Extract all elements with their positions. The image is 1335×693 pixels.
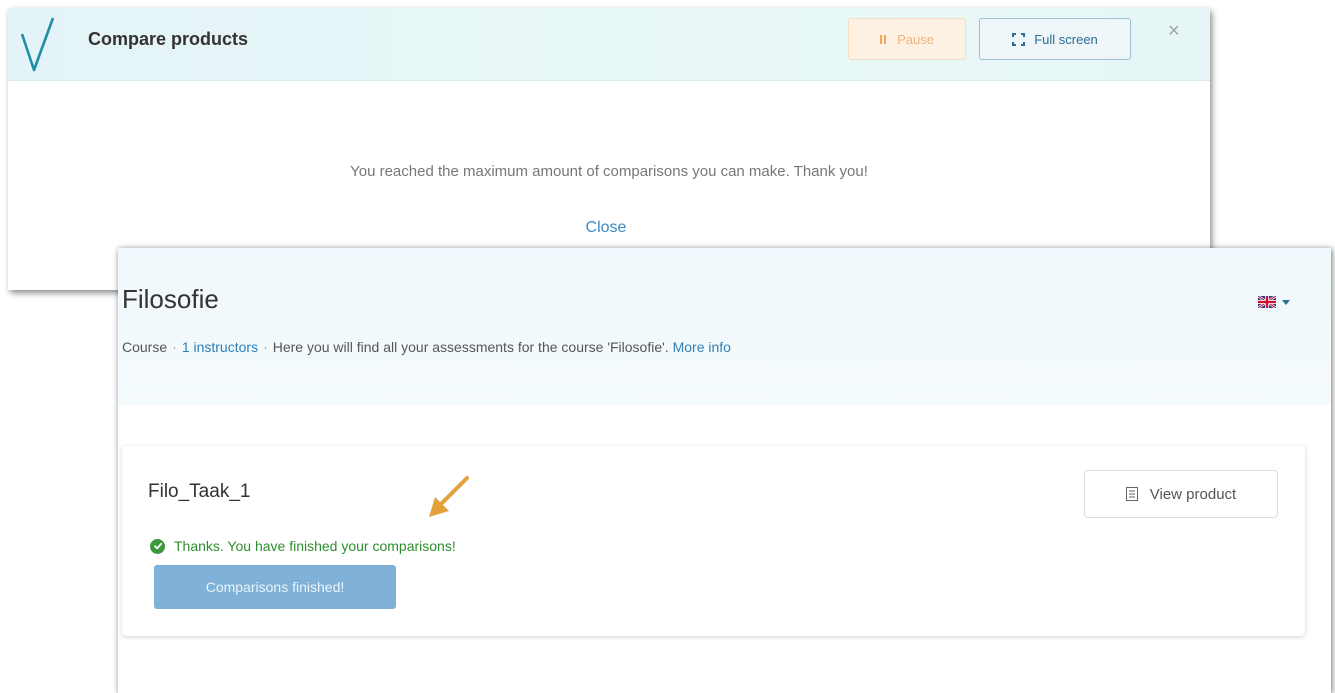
assessment-title: Filo_Taak_1 <box>148 481 251 502</box>
chevron-down-icon <box>1282 299 1290 305</box>
pause-icon <box>880 34 887 44</box>
check-circle-icon <box>150 538 165 554</box>
course-type: Course <box>122 339 168 355</box>
modal-title: Compare products <box>88 29 249 49</box>
close-icon[interactable]: × <box>1168 20 1180 43</box>
modal-message: You reached the maximum amount of compar… <box>350 163 868 180</box>
course-header: Filosofie Course · 1 instructors · Here you … <box>118 248 1331 405</box>
logo-check-icon <box>20 17 55 72</box>
pause-button[interactable]: Pause <box>848 18 966 60</box>
pause-button-label: Pause <box>897 31 934 47</box>
status-text: Thanks. You have finished your compariso… <box>174 538 456 554</box>
status-message: Thanks. You have finished your compariso… <box>150 538 456 554</box>
document-icon <box>1125 487 1138 501</box>
view-product-label: View product <box>1149 485 1237 503</box>
instructors-link[interactable]: 1 instructors <box>182 339 258 355</box>
course-page: Filosofie Course · 1 instructors · Here you … <box>118 248 1331 693</box>
fullscreen-icon <box>1012 32 1026 46</box>
meta-separator: · <box>172 339 177 355</box>
annotation-arrow-icon <box>429 476 469 517</box>
view-product-button[interactable]: View product <box>1084 470 1278 518</box>
close-link[interactable]: Close <box>8 219 1204 237</box>
course-meta: Course · 1 instructors · Here you will find … <box>122 339 731 355</box>
assessment-card: Filo_Taak_1 View product Thanks. You hav… <box>122 446 1305 636</box>
uk-flag-icon <box>1258 296 1276 308</box>
course-title: Filosofie <box>122 284 219 314</box>
language-selector[interactable] <box>1258 296 1290 308</box>
comparisons-finished-button[interactable]: Comparisons finished! <box>154 565 396 609</box>
fullscreen-button-label: Full screen <box>1034 31 1098 47</box>
more-info-link[interactable]: More info <box>673 339 731 355</box>
meta-separator: · <box>263 339 268 355</box>
modal-header: Compare products Pause Full screen × <box>8 8 1210 81</box>
fullscreen-button[interactable]: Full screen <box>979 18 1131 60</box>
course-description: Here you will find all your assessments … <box>272 339 669 355</box>
